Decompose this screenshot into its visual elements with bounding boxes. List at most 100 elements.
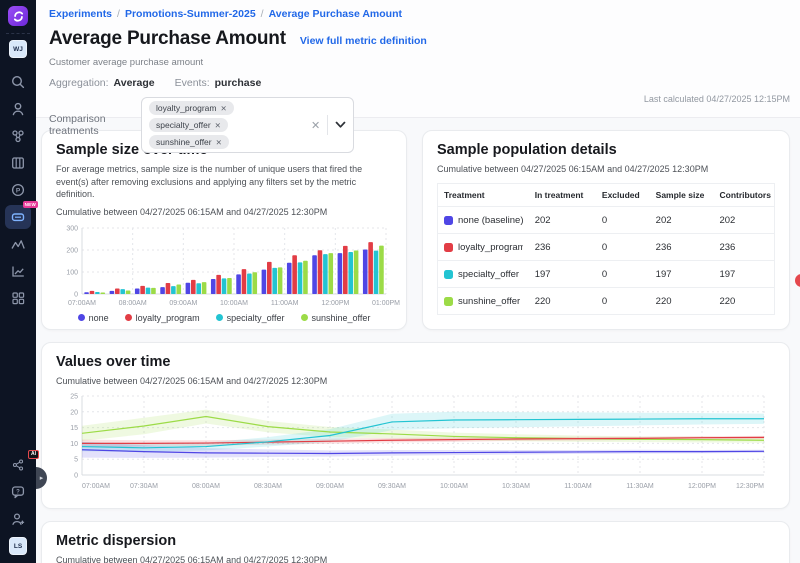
new-badge: NEW [23,201,38,208]
treatment-chip[interactable]: specialty_offer ✕ [149,118,228,132]
svg-text:11:30AM: 11:30AM [626,483,654,490]
treatment-chip-label: specialty_offer [156,120,211,130]
sidebar-item-ai[interactable]: AI [5,453,31,477]
breadcrumb: Experiments/Promotions-Summer-2025/Avera… [49,8,792,20]
sidebar-item-help[interactable]: ? [5,480,31,504]
search-icon [10,74,26,90]
sidebar-item-search[interactable] [5,70,31,94]
aggregation-label: Aggregation: [49,77,109,89]
treatment-swatch [444,216,453,225]
treatments-dropdown-chevron-icon[interactable] [335,116,346,134]
sidebar-item-profile[interactable] [5,97,31,121]
legend-item: none [78,313,109,323]
legend-dot [78,314,85,321]
comparison-label: Comparison treatments [49,113,141,137]
svg-text:10:00AM: 10:00AM [440,483,468,490]
table-header-row: TreatmentIn treatmentExcludedSample size… [438,184,774,207]
treatment-label: loyalty_program [458,242,523,253]
svg-text:08:00AM: 08:00AM [119,300,147,307]
metric-description: Customer average purchase amount [49,57,792,68]
table-cell: 0 [596,261,650,288]
treatment-chip-label: loyalty_program [156,103,216,113]
svg-text:200: 200 [66,247,78,254]
ai-badge: AI [28,450,39,459]
dispersion-title: Metric dispersion [56,533,775,549]
svg-text:0: 0 [74,473,78,480]
view-metric-definition-link[interactable]: View full metric definition [300,35,427,47]
app-logo-icon[interactable] [8,6,28,26]
svg-text:07:00AM: 07:00AM [82,483,110,490]
treatment-swatch [444,243,453,252]
ai-assist-icon [11,458,25,472]
chip-remove-icon[interactable]: ✕ [216,138,222,147]
table-cell: 220 [650,288,714,315]
sidebar-item-invite[interactable] [5,507,31,531]
breadcrumb-separator: / [261,8,264,20]
table-cell: 0 [596,288,650,315]
table-cell: 236 [713,234,774,261]
treatment-chips: loyalty_program✕specialty_offer✕sunshine… [149,101,301,149]
svg-text:10:00AM: 10:00AM [220,300,248,307]
treatment-swatch [444,270,453,279]
table-row: specialty_offer1970197197 [438,261,774,288]
nodes-icon [10,128,26,144]
table-header-cell: In treatment [529,184,596,207]
sidebar-item-experiments[interactable]: NEW [5,205,31,229]
clear-treatments-icon[interactable]: ✕ [311,119,320,132]
treatment-chip-label: sunshine_offer [156,137,212,147]
cards-area: Sample size over time For average metric… [36,118,800,563]
multiselect-separator [327,115,328,135]
treatment-label: sunshine_offer [458,296,520,307]
sidebar: WJ P NEW AI [0,0,36,563]
breadcrumb-item[interactable]: Average Purchase Amount [269,8,402,20]
sidebar-item-boards[interactable] [5,151,31,175]
chart-line-icon [10,263,26,279]
sidebar-divider [6,33,30,34]
svg-text:300: 300 [66,225,78,232]
apps-grid-icon [10,290,26,306]
workspace-avatar[interactable]: WJ [9,40,27,58]
sidebar-item-flows[interactable] [5,124,31,148]
sidebar-item-metrics[interactable] [5,232,31,256]
user-avatar[interactable]: LS [9,537,27,555]
treatment-label: none (baseline) [458,215,523,226]
svg-text:12:00PM: 12:00PM [321,300,349,307]
values-range: Cumulative between 04/27/2025 06:15AM an… [56,376,775,386]
sample-size-description: For average metrics, sample size is the … [56,163,392,201]
svg-text:01:00PM: 01:00PM [372,300,400,307]
svg-text:07:00AM: 07:00AM [68,300,96,307]
last-calculated: Last calculated 04/27/2025 12:15PM [644,94,790,104]
table-header-cell: Sample size [650,184,714,207]
breadcrumb-item[interactable]: Experiments [49,8,112,20]
svg-text:100: 100 [66,269,78,276]
aggregation-row: Aggregation: Average Events: purchase [49,77,792,89]
help-chat-icon: ? [10,484,26,500]
comparison-row: Comparison treatments loyalty_program✕sp… [49,97,792,153]
values-title: Values over time [56,354,775,370]
table-head: TreatmentIn treatmentExcludedSample size… [438,184,774,207]
chip-remove-icon[interactable]: ✕ [220,104,226,113]
events-label: Events: [175,77,210,89]
treatments-multiselect[interactable]: loyalty_program✕specialty_offer✕sunshine… [141,97,354,153]
cards-row-1: Sample size over time For average metric… [41,130,790,330]
legend-label: loyalty_program [136,313,200,323]
sidebar-item-insights[interactable] [5,259,31,283]
legend-label: none [89,313,109,323]
table-cell: 236 [529,234,596,261]
table-cell: 197 [713,261,774,288]
columns-icon [10,155,26,171]
multiselect-actions: ✕ [311,115,346,135]
sidebar-bottom: AI ? LS [5,450,31,563]
sidebar-item-pulse[interactable]: P [5,178,31,202]
chip-remove-icon[interactable]: ✕ [215,121,221,130]
sidebar-item-apps[interactable] [5,286,31,310]
line-chart: 051015202507:00AM07:30AM08:00AM08:30AM09… [56,391,772,493]
population-table-wrap: TreatmentIn treatmentExcludedSample size… [437,183,775,315]
breadcrumb-item[interactable]: Promotions-Summer-2025 [125,8,256,20]
experiments-icon [10,209,26,225]
table-body: none (baseline)2020202202loyalty_program… [438,207,774,315]
treatment-chip[interactable]: sunshine_offer ✕ [149,135,229,149]
treatment-cell: sunshine_offer [438,288,529,315]
table-cell: 202 [650,207,714,234]
treatment-chip[interactable]: loyalty_program ✕ [149,101,234,115]
